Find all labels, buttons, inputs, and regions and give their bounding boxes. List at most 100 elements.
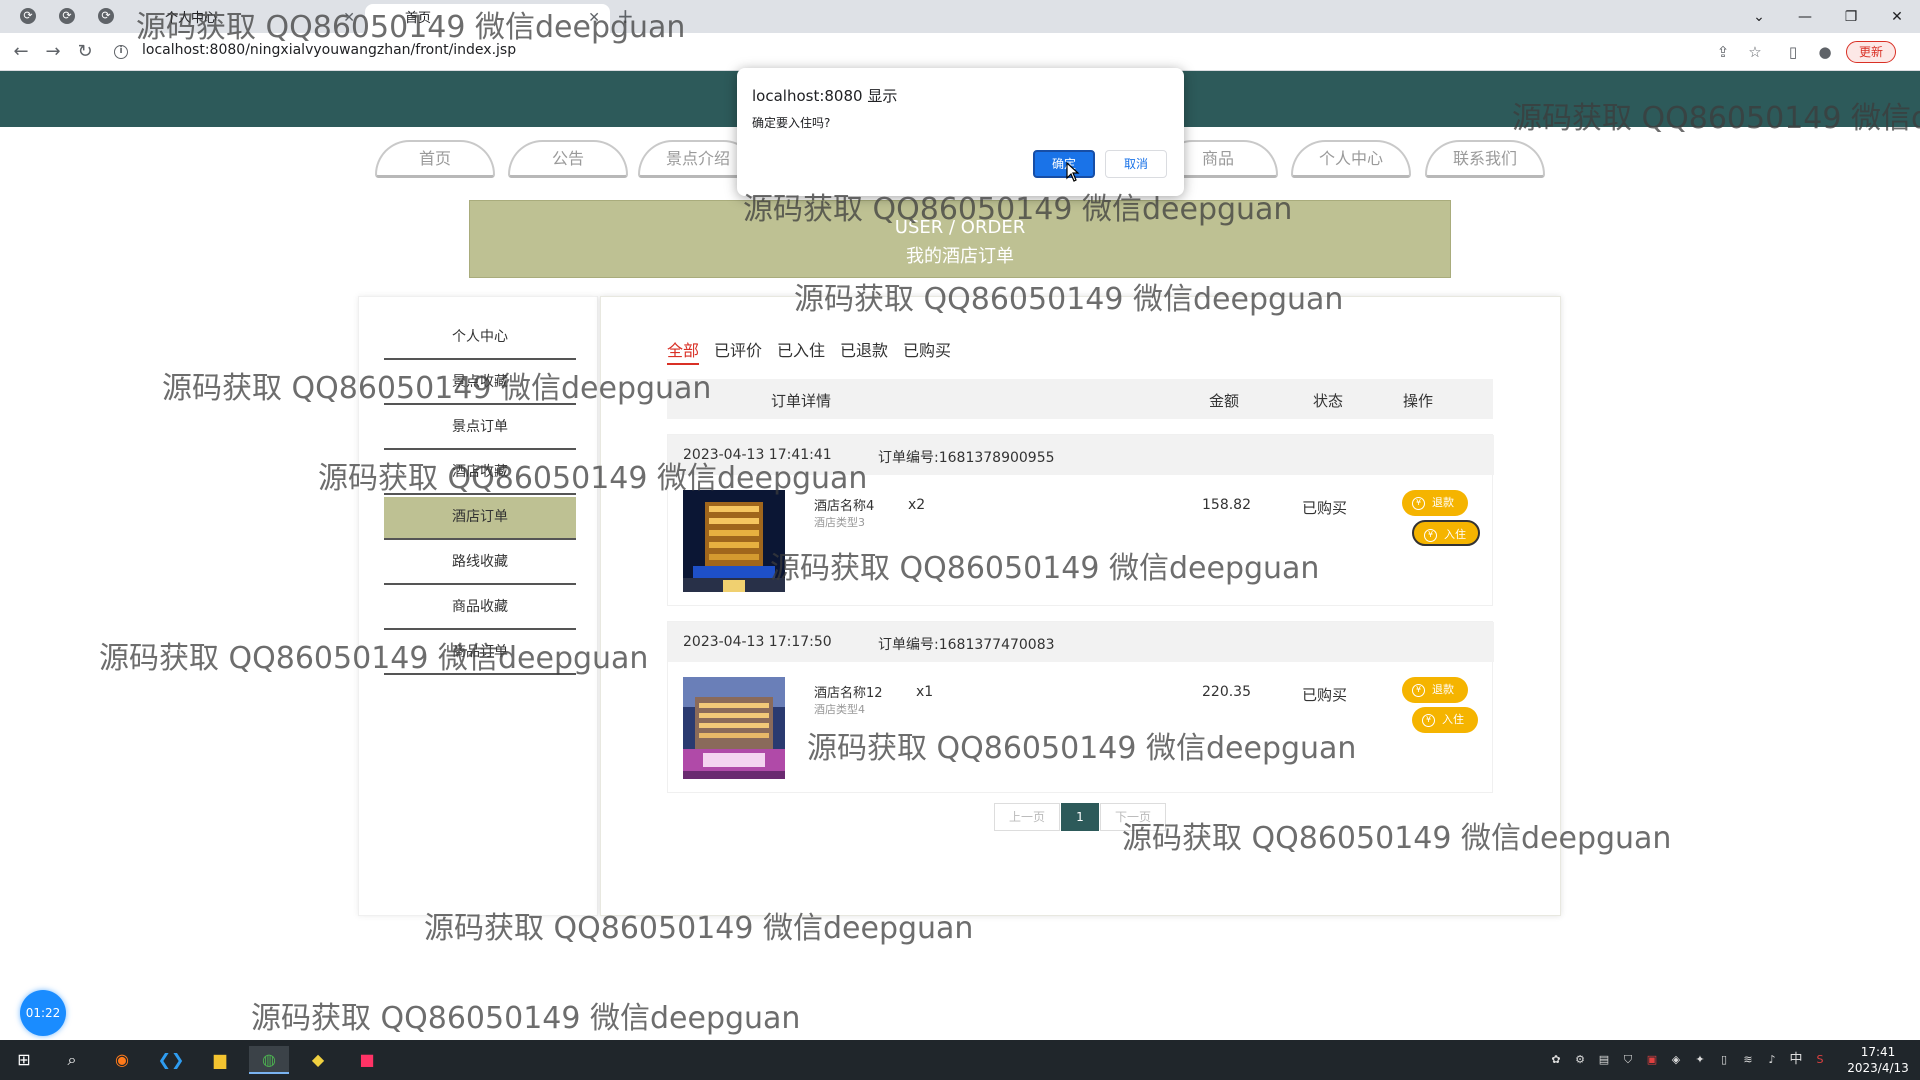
refund-label: 退款 xyxy=(1432,683,1454,696)
confirm-ok-button[interactable]: 确定 xyxy=(1033,150,1095,178)
nav-notice[interactable]: 公告 xyxy=(508,140,628,178)
order-row: 2023-04-13 17:17:50 订单编号:1681377470083 酒… xyxy=(667,621,1494,793)
checkin-label: 入住 xyxy=(1442,713,1464,726)
prev-page-button[interactable]: 上一页 xyxy=(994,803,1060,831)
info-icon[interactable]: i xyxy=(114,45,128,59)
table-header: 订单详情 金额 状态 操作 xyxy=(667,379,1493,419)
filter-checked-in[interactable]: 已入住 xyxy=(777,337,825,361)
next-page-button[interactable]: 下一页 xyxy=(1100,803,1166,831)
chrome-icon[interactable]: ◍ xyxy=(249,1046,289,1074)
hotel-type: 酒店类型3 xyxy=(814,516,865,529)
col-detail: 订单详情 xyxy=(771,392,832,410)
recording-timer[interactable]: 01:22 xyxy=(20,990,66,1036)
wifi-icon[interactable]: ≋ xyxy=(1740,1052,1756,1068)
nav-contact[interactable]: 联系我们 xyxy=(1425,140,1545,178)
tray-icon[interactable]: ✿ xyxy=(1548,1052,1564,1068)
vscode-icon[interactable]: ❮❯ xyxy=(151,1046,191,1074)
app-icon[interactable]: ◆ xyxy=(298,1046,338,1074)
intellij-icon[interactable]: ■ xyxy=(347,1046,387,1074)
close-icon[interactable]: ✕ xyxy=(343,4,355,33)
ime-indicator[interactable]: 中 xyxy=(1788,1052,1804,1068)
mouse-cursor-icon xyxy=(1066,162,1080,182)
volume-icon[interactable]: ♪ xyxy=(1764,1052,1780,1068)
address-bar: ← → ↻ i localhost:8080/ningxialvyouwangz… xyxy=(0,33,1920,71)
hotel-type: 酒店类型4 xyxy=(814,703,865,716)
share-icon[interactable]: ⇪ xyxy=(1714,43,1732,61)
shield-icon[interactable]: ⛉ xyxy=(1620,1052,1636,1068)
hotel-thumbnail[interactable] xyxy=(683,677,785,779)
reload-icon[interactable]: ↻ xyxy=(72,39,98,65)
sidebar-item-scenic-fav[interactable]: 景点收藏 xyxy=(384,362,576,405)
sidebar-item-hotel-fav[interactable]: 酒店收藏 xyxy=(384,452,576,495)
tray-icon[interactable]: ✦ xyxy=(1692,1052,1708,1068)
update-button[interactable]: 更新 xyxy=(1846,41,1896,63)
sidebar-item-route-fav[interactable]: 路线收藏 xyxy=(384,542,576,585)
file-explorer-icon[interactable]: ▆ xyxy=(200,1046,240,1074)
windows-start-icon[interactable]: ⊞ xyxy=(4,1046,44,1074)
refund-label: 退款 xyxy=(1432,496,1454,509)
sogou-icon[interactable]: S xyxy=(1812,1052,1828,1068)
url-text: localhost:8080/ningxialvyouwangzhan/fron… xyxy=(142,42,517,58)
close-window-icon[interactable]: ✕ xyxy=(1874,4,1920,30)
new-tab-icon[interactable]: + xyxy=(617,4,634,28)
confirm-cancel-button[interactable]: 取消 xyxy=(1105,150,1167,178)
browser-tab[interactable]: 个人中心 ✕ xyxy=(125,4,365,33)
refund-button[interactable]: ¥ 退款 xyxy=(1402,490,1468,516)
star-icon[interactable]: ☆ xyxy=(1746,43,1764,61)
chevron-down-icon[interactable]: ⌄ xyxy=(1736,4,1782,30)
search-icon[interactable]: ⌕ xyxy=(52,1046,92,1074)
sidebar-item-scenic-order[interactable]: 景点订单 xyxy=(384,407,576,450)
nav-personal[interactable]: 个人中心 xyxy=(1291,140,1411,178)
tab-title: 首页 xyxy=(405,11,432,26)
filter-refunded[interactable]: 已退款 xyxy=(840,337,888,361)
battery-icon[interactable]: ▯ xyxy=(1716,1052,1732,1068)
sidebar-item-goods-order[interactable]: 商品订单 xyxy=(384,632,576,675)
refund-button[interactable]: ¥ 退款 xyxy=(1402,677,1468,703)
tray-icon[interactable]: ▣ xyxy=(1644,1052,1660,1068)
checkin-button[interactable]: ¥ 入住 xyxy=(1412,520,1480,546)
tray-icon[interactable]: ◈ xyxy=(1668,1052,1684,1068)
col-status: 状态 xyxy=(1313,392,1344,410)
yen-icon: ¥ xyxy=(1412,497,1425,510)
checkin-button[interactable]: ¥ 入住 xyxy=(1412,707,1478,733)
filter-all[interactable]: 全部 xyxy=(667,337,700,365)
sidebar: 个人中心 景点收藏 景点订单 酒店收藏 酒店订单 路线收藏 商品收藏 商品订单 xyxy=(358,296,598,916)
sidebar-item-hotel-order[interactable]: 酒店订单 xyxy=(384,497,576,540)
sidebar-item-personal[interactable]: 个人中心 xyxy=(384,317,576,360)
tab-icon[interactable]: ⟳ xyxy=(98,8,114,24)
filter-reviewed[interactable]: 已评价 xyxy=(714,337,762,361)
order-qty: x1 xyxy=(916,684,934,700)
tab-icon[interactable]: ⟳ xyxy=(20,8,36,24)
col-amount: 金额 xyxy=(1209,392,1240,410)
nav-home[interactable]: 首页 xyxy=(375,140,495,178)
sidebar-item-goods-fav[interactable]: 商品收藏 xyxy=(384,587,576,630)
dialog-message: 确定要入住吗? xyxy=(752,116,831,130)
tray-icon[interactable]: ⚙ xyxy=(1572,1052,1588,1068)
filter-purchased[interactable]: 已购买 xyxy=(903,337,951,361)
order-status: 已购买 xyxy=(1302,499,1348,517)
hotel-name[interactable]: 酒店名称4 xyxy=(814,495,874,514)
restore-icon[interactable]: ❐ xyxy=(1828,4,1874,30)
forward-icon[interactable]: → xyxy=(40,39,66,65)
page-number-button[interactable]: 1 xyxy=(1061,803,1099,831)
minimize-icon[interactable]: — xyxy=(1782,4,1828,30)
order-amount: 158.82 xyxy=(1202,497,1251,513)
banner-en: USER / ORDER xyxy=(894,217,1026,238)
browser-tab-active[interactable]: 首页 ✕ xyxy=(365,4,610,33)
profile-icon[interactable]: ● xyxy=(1816,43,1834,61)
tray-icon[interactable]: ▤ xyxy=(1596,1052,1612,1068)
dialog-title: localhost:8080 显示 xyxy=(752,87,898,105)
close-icon[interactable]: ✕ xyxy=(588,4,600,33)
taskbar-clock[interactable]: 17:41 2023/4/13 xyxy=(1842,1044,1914,1076)
sidebar-icon[interactable]: ▯ xyxy=(1784,43,1802,61)
firefox-icon[interactable]: ◉ xyxy=(102,1046,142,1074)
order-number: 订单编号:1681377470083 xyxy=(878,637,1055,653)
watermark: 源码获取 QQ86050149 微信deepguan xyxy=(251,1001,801,1036)
hotel-name[interactable]: 酒店名称12 xyxy=(814,682,883,701)
hotel-thumbnail[interactable] xyxy=(683,490,785,592)
confirm-dialog: localhost:8080 显示 确定要入住吗? 确定 取消 xyxy=(737,68,1184,196)
tab-icon[interactable]: ⟳ xyxy=(59,8,75,24)
url-field[interactable]: i localhost:8080/ningxialvyouwangzhan/fr… xyxy=(110,38,1740,66)
order-panel: 全部 已评价 已入住 已退款 已购买 订单详情 金额 状态 操作 2023-04… xyxy=(600,296,1561,916)
back-icon[interactable]: ← xyxy=(8,39,34,65)
